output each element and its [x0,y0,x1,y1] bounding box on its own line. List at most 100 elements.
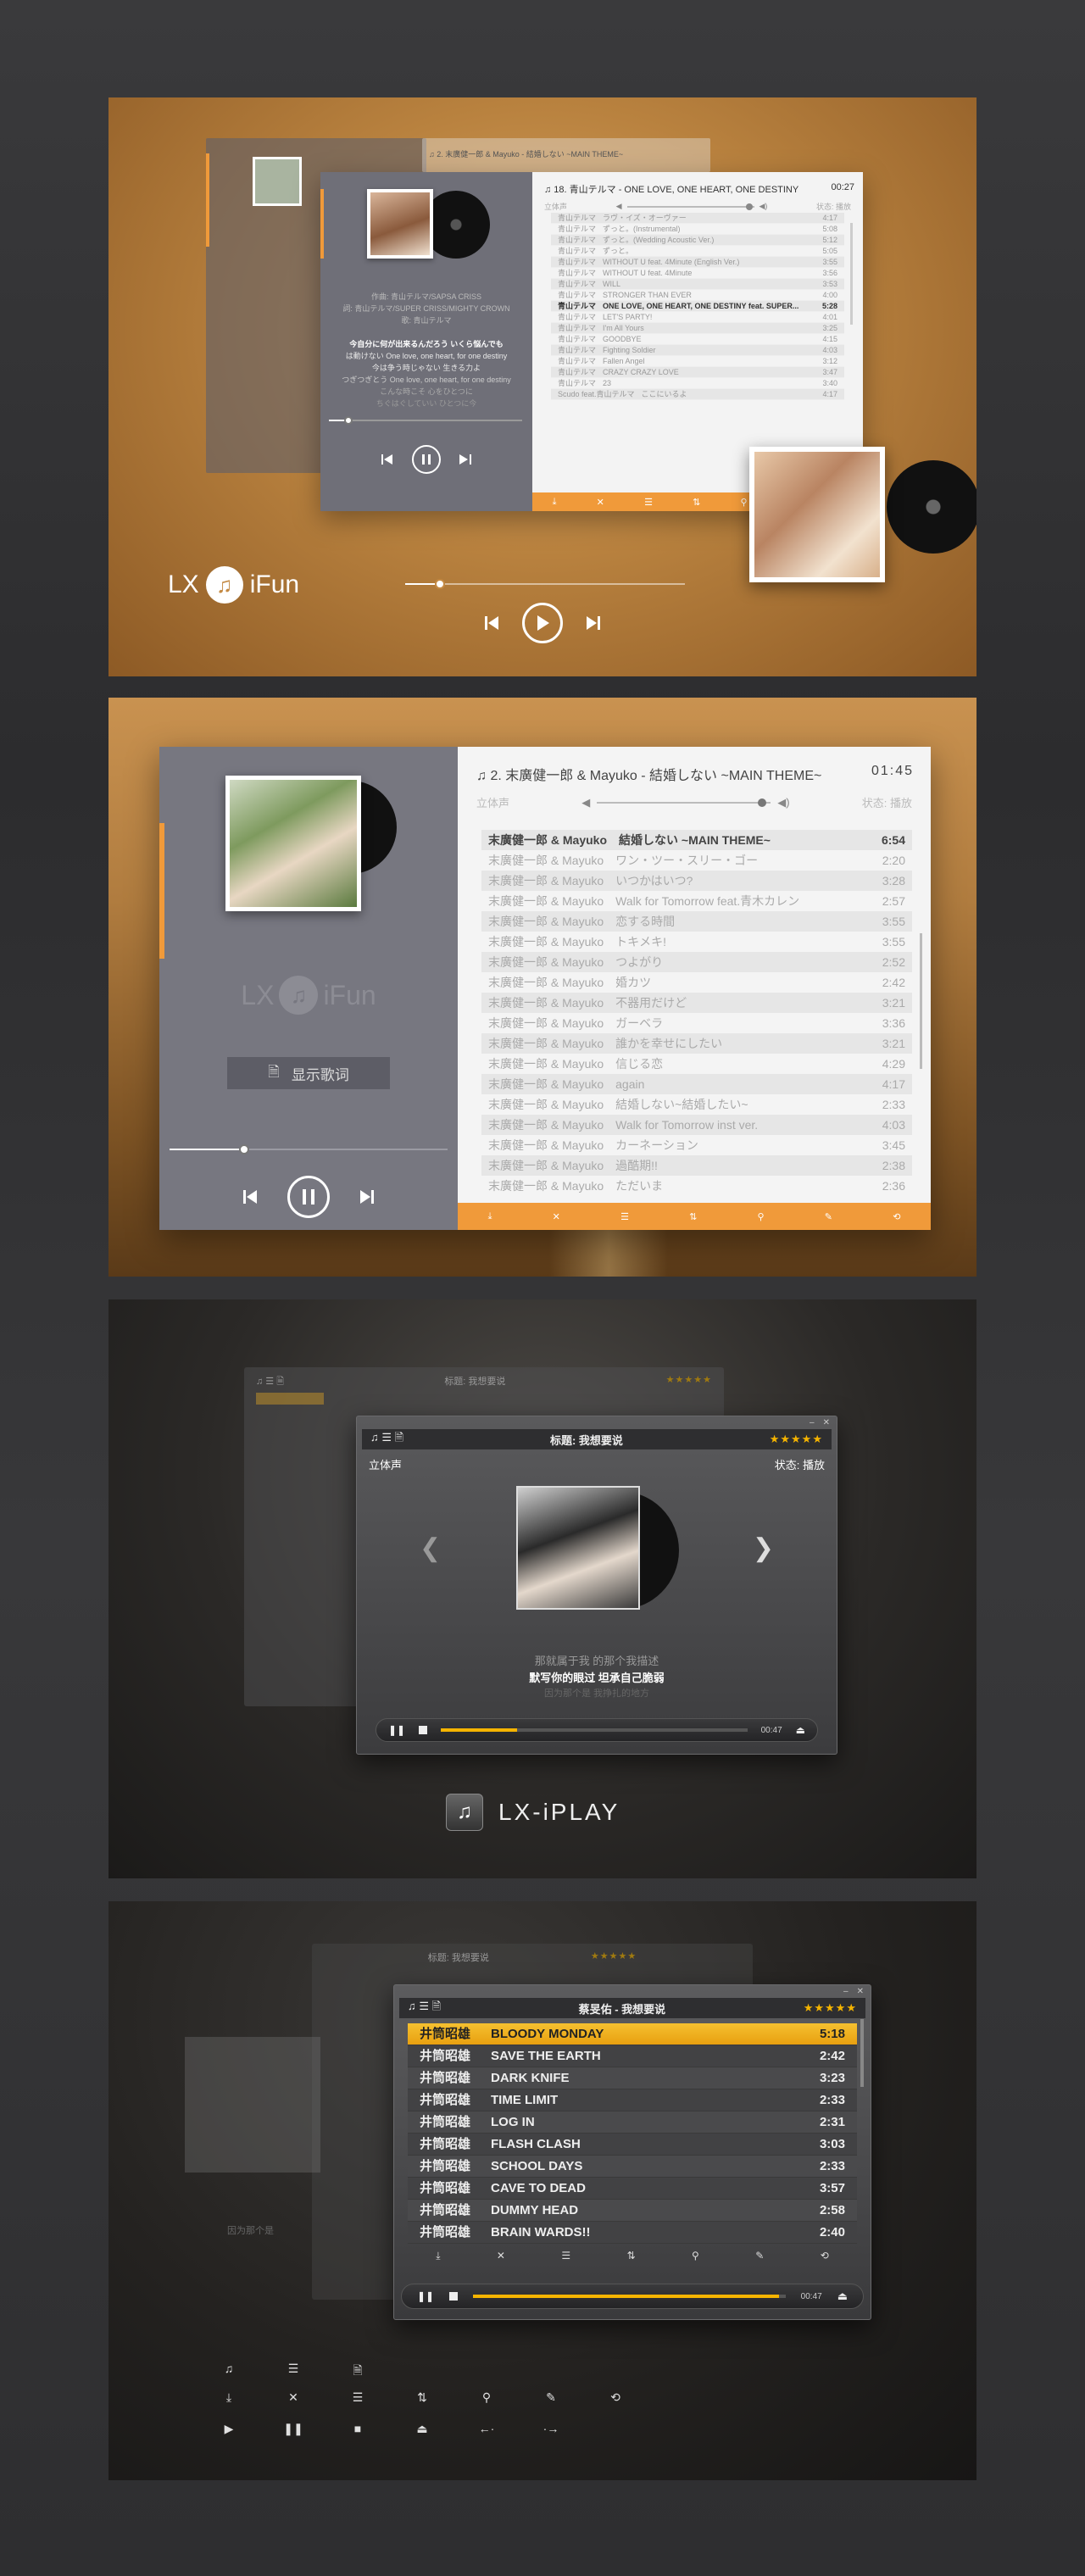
progress-knob[interactable] [435,579,445,589]
playlist-row[interactable]: 井筒昭雄 DUMMY HEAD 2:58 [408,2200,857,2222]
next-arrow-icon[interactable]: ❯ [753,1533,774,1563]
playlist-row[interactable]: 井筒昭雄 BLOODY MONDAY 5:18 [408,2023,857,2045]
minimize-icon[interactable]: – [810,1418,815,1427]
pause-button[interactable] [412,445,441,474]
progress-knob[interactable] [344,416,353,425]
stop-icon[interactable] [449,2292,459,2301]
playlist-row[interactable]: 青山テルマ ずっと。(Instrumental) 5:08 [551,224,844,235]
list-icon[interactable]: ☰ [561,2250,570,2262]
sort-icon[interactable]: ⇅ [627,2250,636,2262]
mini-progress-slider[interactable] [405,579,685,589]
stop-icon[interactable] [419,1726,428,1734]
playlist-row[interactable]: 井筒昭雄 DARK KNIFE 3:23 [408,2067,857,2089]
playlist-row[interactable]: 末廣健一郎 & Mayuko 結婚しない ~MAIN THEME~ 6:54 [481,830,912,850]
list-icon[interactable]: ☰ [644,497,653,508]
playlist-row[interactable]: 末廣健一郎 & Mayuko つよがり 2:52 [481,952,912,972]
previous-icon[interactable] [485,616,498,630]
playlist-scrollbar[interactable] [860,2019,864,2087]
playlist-row[interactable]: 青山テルマ CRAZY CRAZY LOVE 3:47 [551,367,844,378]
close-icon[interactable]: ✕ [497,2250,505,2262]
playlist-row[interactable]: 井筒昭雄 BRAIN WARDS!! 2:40 [408,2222,857,2244]
playlist-row[interactable]: 井筒昭雄 TIME LIMIT 2:33 [408,2089,857,2111]
playlist-row[interactable]: 青山テルマ ONE LOVE, ONE HEART, ONE DESTINY fe… [551,301,844,312]
playlist-row[interactable]: 井筒昭雄 SAVE THE EARTH 2:42 [408,2045,857,2067]
playlist-row[interactable]: 末廣健一郎 & Mayuko 誰かを幸せにしたい 3:21 [481,1033,912,1054]
playlist-row[interactable]: 青山テルマ I'm All Yours 3:25 [551,323,844,334]
playlist-row[interactable]: 青山テルマ LET'S PARTY! 4:01 [551,312,844,323]
playlist-row[interactable]: 青山テルマ ずっと。 5:05 [551,246,844,257]
playlist-row[interactable]: 末廣健一郎 & Mayuko again 4:17 [481,1074,912,1094]
search-icon[interactable]: ⚲ [758,1211,765,1222]
sort-icon[interactable]: ⇅ [693,497,700,508]
eject-icon[interactable]: ⏏ [796,1724,805,1736]
playlist-row[interactable]: 末廣健一郎 & Mayuko カーネーション 3:45 [481,1135,912,1155]
playlist-scrollbar[interactable] [850,223,853,325]
repeat-icon[interactable]: ⟲ [893,1211,900,1222]
playlist-row[interactable]: 末廣健一郎 & Mayuko Walk for Tomorrow feat.青木カ… [481,891,912,911]
playlist-row[interactable]: 末廣健一郎 & Mayuko 結婚しない~結婚したい~ 2:33 [481,1094,912,1115]
list-icon[interactable]: ☰ [419,2000,429,2012]
download-icon[interactable]: ⤓ [436,2250,440,2262]
play-button[interactable] [522,603,563,643]
playlist-row[interactable]: 末廣健一郎 & Mayuko 過酷期!! 2:38 [481,1155,912,1176]
eject-icon[interactable]: ⏏ [837,2289,848,2303]
playlist-row[interactable]: 青山テルマ 23 3:40 [551,378,844,389]
minimize-icon[interactable]: – [843,1987,849,1996]
rating-stars[interactable]: ★★★★★ [804,2001,857,2015]
playlist-row[interactable]: 末廣健一郎 & Mayuko ただいま 2:36 [481,1176,912,1196]
playlist-scrollbar[interactable] [920,933,922,1069]
repeat-icon[interactable]: ⟲ [821,2250,829,2262]
playlist-row[interactable]: 末廣健一郎 & Mayuko いつかはいつ? 3:28 [481,871,912,891]
playlist-row[interactable]: 末廣健一郎 & Mayuko ワン・ツー・スリー・ゴー 2:20 [481,850,912,871]
playlist-row[interactable]: 末廣健一郎 & Mayuko 信じる恋 4:29 [481,1054,912,1074]
volume-slider[interactable]: ◀ ◀) [581,796,789,810]
playlist-row[interactable]: 井筒昭雄 FLASH CLASH 3:03 [408,2134,857,2156]
previous-icon[interactable] [243,1190,257,1204]
playlist-row[interactable]: 井筒昭雄 SCHOOL DAYS 2:33 [408,2156,857,2178]
playlist-row[interactable]: 井筒昭雄 CAVE TO DEAD 3:57 [408,2178,857,2200]
music-note-icon[interactable]: ♫ [370,1431,379,1444]
previous-icon[interactable] [381,454,393,465]
close-icon[interactable]: ✕ [857,1987,864,1996]
playlist-row[interactable]: 末廣健一郎 & Mayuko 不器用だけど 3:21 [481,993,912,1013]
playlist-row[interactable]: 青山テルマ GOODBYE 4:15 [551,334,844,345]
next-icon[interactable] [360,1190,374,1204]
playlist-row[interactable]: 末廣健一郎 & Mayuko Walk for Tomorrow inst ver… [481,1115,912,1135]
progress-slider[interactable] [170,1144,448,1154]
playlist-row[interactable]: 末廣健一郎 & Mayuko トキメキ! 3:55 [481,932,912,952]
rating-stars[interactable]: ★★★★★ [770,1433,823,1446]
previous-arrow-icon[interactable]: ❮ [420,1533,441,1563]
pause-icon[interactable]: ❚❚ [388,1724,405,1736]
music-note-icon[interactable]: ♫ [408,2000,416,2012]
playlist-row[interactable]: 青山テルマ WITHOUT U feat. 4Minute (English Ve… [551,257,844,268]
progress-slider[interactable] [473,2295,786,2298]
playlist-row[interactable]: 青山テルマ Fallen Angel 3:12 [551,356,844,367]
playlist-row[interactable]: 末廣健一郎 & Mayuko 婚カツ 2:42 [481,972,912,993]
list-icon[interactable]: ☰ [381,1431,392,1444]
progress-slider[interactable] [441,1728,748,1732]
playlist-row[interactable]: 青山テルマ ずっと。(Wedding Acoustic Ver.) 5:12 [551,235,844,246]
search-icon[interactable]: ⚲ [692,2250,699,2262]
playlist-row[interactable]: 青山テルマ Fighting Soldier 4:03 [551,345,844,356]
show-lyrics-button[interactable]: 🗎 显示歌词 [227,1057,390,1089]
pause-icon[interactable]: ❚❚ [417,2290,434,2302]
list-icon[interactable]: ☰ [620,1211,629,1222]
playlist-row[interactable]: 青山テルマ WILL 3:53 [551,279,844,290]
volume-slider[interactable]: ◀ ◀) [616,202,768,211]
download-icon[interactable]: ⤓ [488,1211,492,1222]
progress-slider[interactable] [329,416,522,425]
next-icon[interactable] [459,454,471,465]
playlist-row[interactable]: 井筒昭雄 LOG IN 2:31 [408,2111,857,2134]
document-icon[interactable]: 🗎 [395,1431,403,1444]
sort-icon[interactable]: ⇅ [689,1211,697,1222]
playlist-row[interactable]: 末廣健一郎 & Mayuko 恋する時間 3:55 [481,911,912,932]
edit-icon[interactable]: ✎ [755,2250,764,2262]
close-icon[interactable]: ✕ [597,497,604,508]
close-icon[interactable]: ✕ [823,1418,830,1427]
playlist-row[interactable]: 青山テルマ ラヴ・イズ・オーヴァー 4:17 [551,213,844,224]
playlist-row[interactable]: 青山テルマ STRONGER THAN EVER 4:00 [551,290,844,301]
next-icon[interactable] [587,616,600,630]
search-icon[interactable]: ⚲ [741,497,748,508]
playlist-row[interactable]: 青山テルマ WITHOUT U feat. 4Minute 3:56 [551,268,844,279]
close-icon[interactable]: ✕ [553,1211,560,1222]
